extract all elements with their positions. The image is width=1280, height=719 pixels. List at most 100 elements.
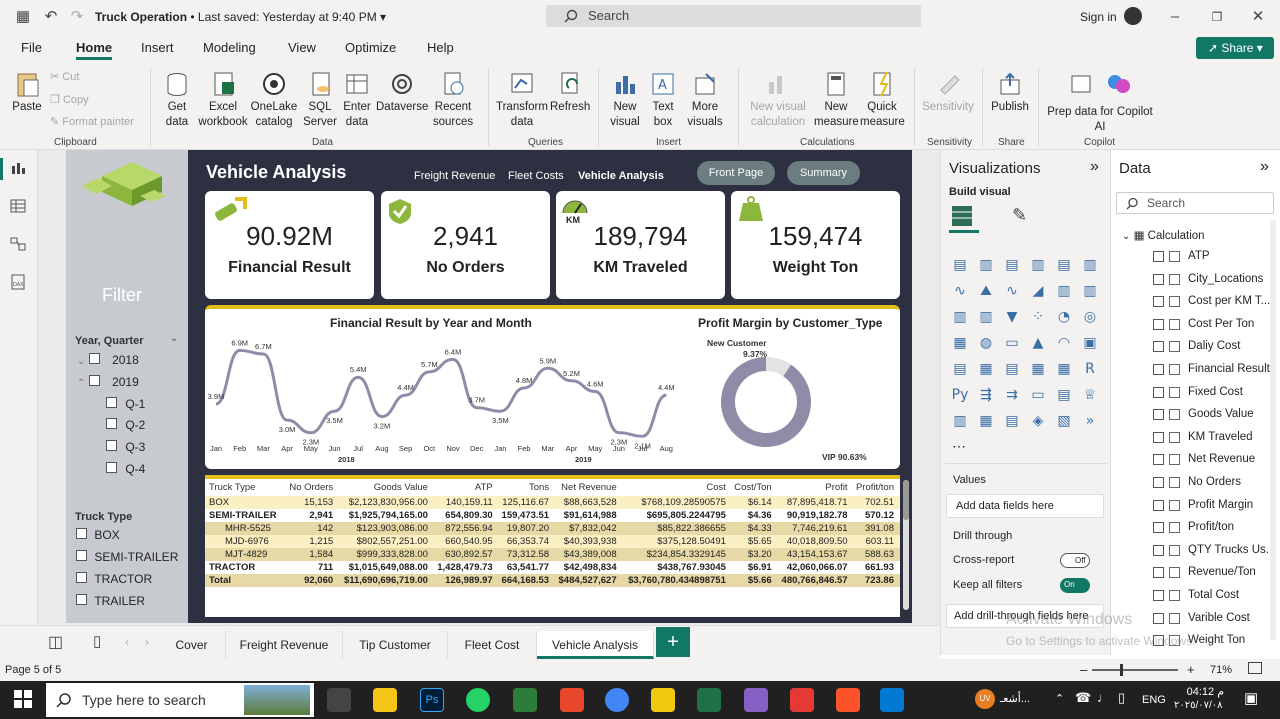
zoom-out-icon[interactable]: –: [1080, 662, 1087, 677]
column-header[interactable]: Profit: [778, 479, 854, 496]
checkbox[interactable]: [76, 572, 87, 583]
document-title[interactable]: Truck Operation • Last saved: Yesterday …: [95, 10, 386, 24]
windows-start-icon[interactable]: [14, 690, 32, 711]
checkbox[interactable]: [1153, 431, 1164, 443]
visual-type-icon[interactable]: ⁘: [1028, 307, 1048, 327]
menu-help[interactable]: Help: [427, 40, 454, 55]
filter-truck-tractor[interactable]: TRACTOR: [76, 572, 152, 586]
chevron-down-icon[interactable]: ▾: [380, 10, 386, 24]
excel-workbook-button[interactable]: Excel workbook: [196, 70, 250, 130]
dataverse-button[interactable]: Dataverse: [376, 70, 428, 115]
prep-data-copilot-button[interactable]: Prep data for Copilot AI: [1044, 70, 1156, 135]
scrollbar-thumb[interactable]: [903, 480, 909, 520]
table-row[interactable]: MJT-4829 1,584 $999,333,828.00 630,892.57 73…: [205, 548, 900, 561]
column-header[interactable]: Cost: [623, 479, 732, 496]
report-view-icon[interactable]: [10, 160, 28, 178]
cross-report-toggle[interactable]: Off: [1060, 553, 1090, 568]
visual-type-icon[interactable]: ▥: [1054, 281, 1074, 301]
visual-type-icon[interactable]: ▭: [1028, 385, 1048, 405]
model-view-icon[interactable]: [10, 236, 28, 254]
app-icon[interactable]: [560, 688, 584, 712]
visual-type-icon[interactable]: ⇉: [1002, 385, 1022, 405]
more-visuals-button[interactable]: More visuals: [682, 70, 728, 130]
checkbox[interactable]: [1153, 341, 1164, 353]
chevron-up-icon[interactable]: ⌃: [1055, 692, 1064, 705]
data-search-input[interactable]: Search: [1116, 192, 1274, 214]
visual-type-icon[interactable]: ◈: [1028, 411, 1048, 431]
visual-type-icon[interactable]: ▭: [1002, 333, 1022, 353]
publish-button[interactable]: Publish: [988, 70, 1032, 115]
checkbox[interactable]: [1153, 590, 1164, 601]
column-header[interactable]: Tons: [499, 479, 555, 496]
checkbox[interactable]: [1153, 273, 1164, 285]
checkbox[interactable]: [106, 397, 117, 408]
table-scrollbar[interactable]: [903, 480, 909, 610]
photoshop-icon[interactable]: Ps: [420, 688, 444, 712]
collapse-pane-icon[interactable]: »: [1260, 158, 1269, 176]
table-node-calculation[interactable]: ⌄ ▦ Calculation: [1122, 228, 1205, 242]
column-header[interactable]: No Orders: [287, 479, 339, 496]
checkbox[interactable]: [88, 375, 100, 386]
text-box-button[interactable]: A Text box: [646, 70, 680, 130]
filter-quarter-4[interactable]: Q-4: [106, 462, 145, 476]
table-row[interactable]: SEMI-TRAILER 2,941 $1,925,794,165.00 654,80…: [205, 509, 900, 522]
column-header[interactable]: Truck Type: [205, 479, 287, 496]
more-options-icon[interactable]: ⋯: [952, 438, 966, 455]
get-data-button[interactable]: Get data: [158, 70, 196, 130]
search-input[interactable]: Search: [546, 5, 921, 27]
onelake-button[interactable]: OneLake catalog: [250, 70, 298, 130]
checkbox[interactable]: [76, 594, 87, 605]
checkbox[interactable]: [1153, 522, 1164, 534]
build-visual-tab[interactable]: [949, 203, 979, 233]
checkbox[interactable]: [1153, 364, 1164, 375]
whatsapp-icon[interactable]: [466, 688, 490, 712]
visual-type-icon[interactable]: ▤: [1002, 255, 1022, 275]
battery-icon[interactable]: ▯: [1118, 690, 1125, 706]
tab-scroll-right-icon[interactable]: ›: [145, 635, 149, 649]
checkbox[interactable]: [76, 528, 87, 539]
desktop-view-icon[interactable]: ◫: [48, 632, 63, 652]
menu-view[interactable]: View: [288, 40, 316, 55]
filter-year-2018[interactable]: ⌄ 2018: [77, 353, 139, 367]
visual-type-icon[interactable]: ∿: [1002, 281, 1022, 301]
checkbox[interactable]: [1153, 296, 1164, 308]
checkbox[interactable]: [1153, 454, 1164, 466]
brave-icon[interactable]: [836, 688, 860, 712]
tab-freight-revenue[interactable]: Freight Revenue: [226, 631, 343, 659]
share-button[interactable]: ➚ Share ▾: [1196, 37, 1274, 59]
visual-type-icon[interactable]: ◎: [1080, 307, 1100, 327]
visual-type-icon[interactable]: ▦: [950, 333, 970, 353]
enter-data-button[interactable]: Enter data: [340, 70, 374, 130]
copy-button[interactable]: ❐ Copy: [50, 93, 89, 106]
checkbox[interactable]: [88, 353, 100, 364]
tab-cover[interactable]: Cover: [158, 631, 226, 659]
taskbar-search[interactable]: Type here to search: [46, 683, 314, 717]
visual-type-icon[interactable]: ▣: [1080, 333, 1100, 353]
filter-truck-box[interactable]: BOX: [76, 528, 120, 542]
menu-file[interactable]: File: [21, 40, 42, 55]
mobile-view-icon[interactable]: ▯: [93, 632, 101, 650]
checkbox[interactable]: [106, 462, 117, 473]
front-page-button[interactable]: Front Page: [697, 161, 775, 185]
checkbox[interactable]: [1153, 409, 1164, 421]
dax-query-icon[interactable]: DAX: [10, 274, 28, 292]
checkbox[interactable]: [106, 440, 117, 451]
visual-type-icon[interactable]: ⛰: [976, 281, 996, 301]
visual-type-icon[interactable]: ▤: [1054, 385, 1074, 405]
collapse-pane-icon[interactable]: »: [1090, 158, 1099, 176]
visual-type-icon[interactable]: ▦: [1054, 359, 1074, 379]
chevron-down-icon[interactable]: ⌄: [170, 333, 178, 344]
checkbox[interactable]: [1153, 544, 1164, 556]
excel-app-icon[interactable]: [697, 688, 721, 712]
menu-optimize[interactable]: Optimize: [345, 40, 396, 55]
visual-type-icon[interactable]: ▦: [976, 359, 996, 379]
donut-chart[interactable]: New Customer9.37% VIP 90.63%: [700, 335, 895, 465]
quick-measure-button[interactable]: Quick measure: [860, 70, 905, 130]
undo-icon[interactable]: ↶: [42, 8, 60, 26]
clock-time[interactable]: 04:12 م: [1182, 685, 1224, 698]
table-row[interactable]: BOX 15,153 $2,123,830,956.00 140,159.11 125,…: [205, 496, 900, 509]
donut-slice[interactable]: [765, 357, 791, 377]
format-painter-button[interactable]: ✎ Format painter: [50, 115, 134, 128]
visual-type-icon[interactable]: ◍: [976, 333, 996, 353]
visual-type-icon[interactable]: ▤: [950, 359, 970, 379]
